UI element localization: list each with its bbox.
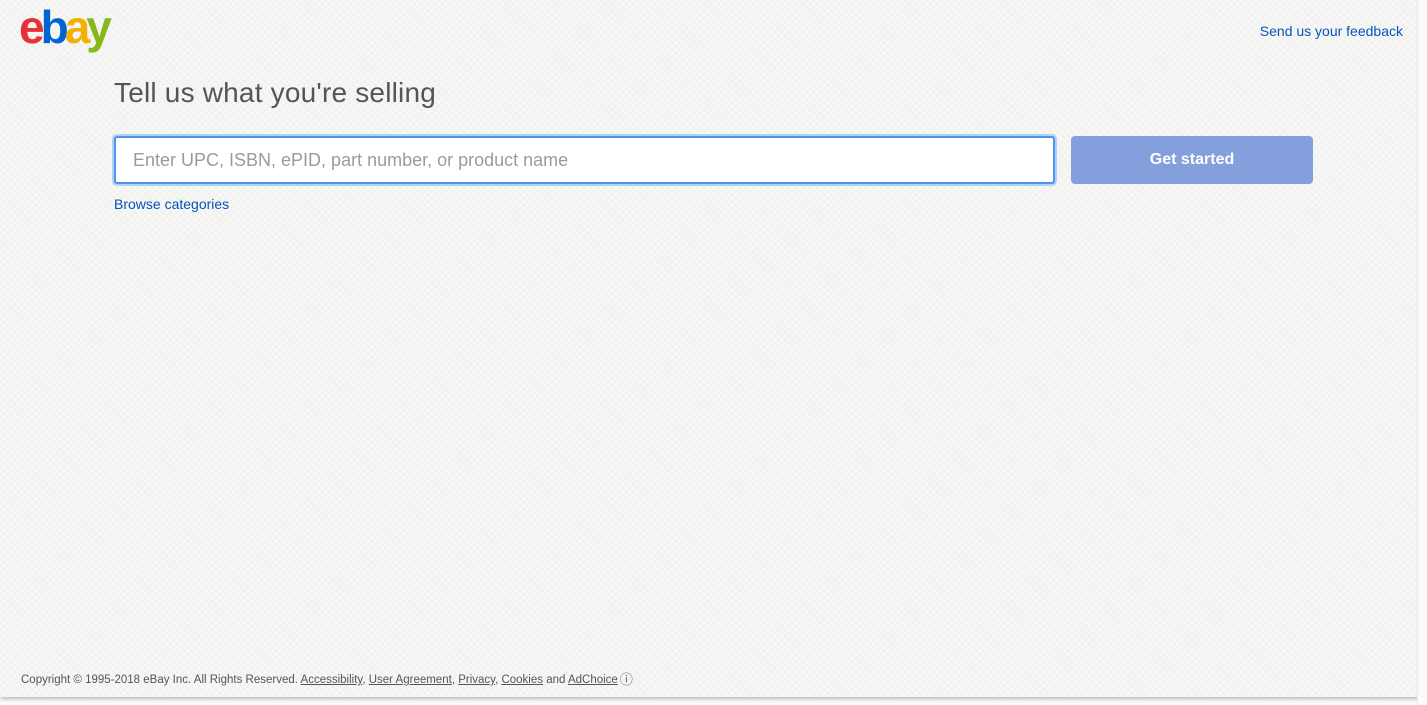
footer: Copyright © 1995-2018 eBay Inc. All Righ…	[21, 669, 633, 688]
copyright-text: Copyright © 1995-2018 eBay Inc. All Righ…	[21, 674, 298, 686]
ebay-logo[interactable]: ebay	[19, 1, 112, 53]
get-started-button[interactable]: Get started	[1071, 136, 1313, 184]
send-feedback-link[interactable]: Send us your feedback	[1260, 23, 1403, 39]
logo-letter-2: a	[64, 1, 91, 53]
footer-and-text: and	[546, 674, 566, 686]
browse-categories-link[interactable]: Browse categories	[114, 196, 229, 212]
browser-viewport: ebay Send us your feedback Tell us what …	[0, 0, 1427, 705]
footer-link-cookies[interactable]: Cookies	[501, 674, 543, 686]
logo-letter-1: b	[40, 1, 69, 53]
product-search-input[interactable]	[114, 136, 1055, 184]
footer-link-accessibility[interactable]: Accessibility	[301, 674, 363, 686]
footer-link-privacy[interactable]: Privacy	[458, 674, 495, 686]
logo-letter-0: e	[19, 1, 45, 53]
sell-landing-page: ebay Send us your feedback Tell us what …	[0, 0, 1427, 697]
footer-link-adchoice[interactable]: AdChoice	[568, 674, 618, 686]
page-title: Tell us what you're selling	[114, 77, 437, 108]
adchoice-info-icon[interactable]: ⓘ	[620, 669, 633, 688]
vertical-scrollbar[interactable]	[1417, 0, 1427, 705]
footer-link-user-agreement[interactable]: User Agreement	[369, 674, 452, 686]
product-search-row: Get started	[114, 136, 1313, 184]
logo-letter-3: y	[86, 1, 112, 53]
